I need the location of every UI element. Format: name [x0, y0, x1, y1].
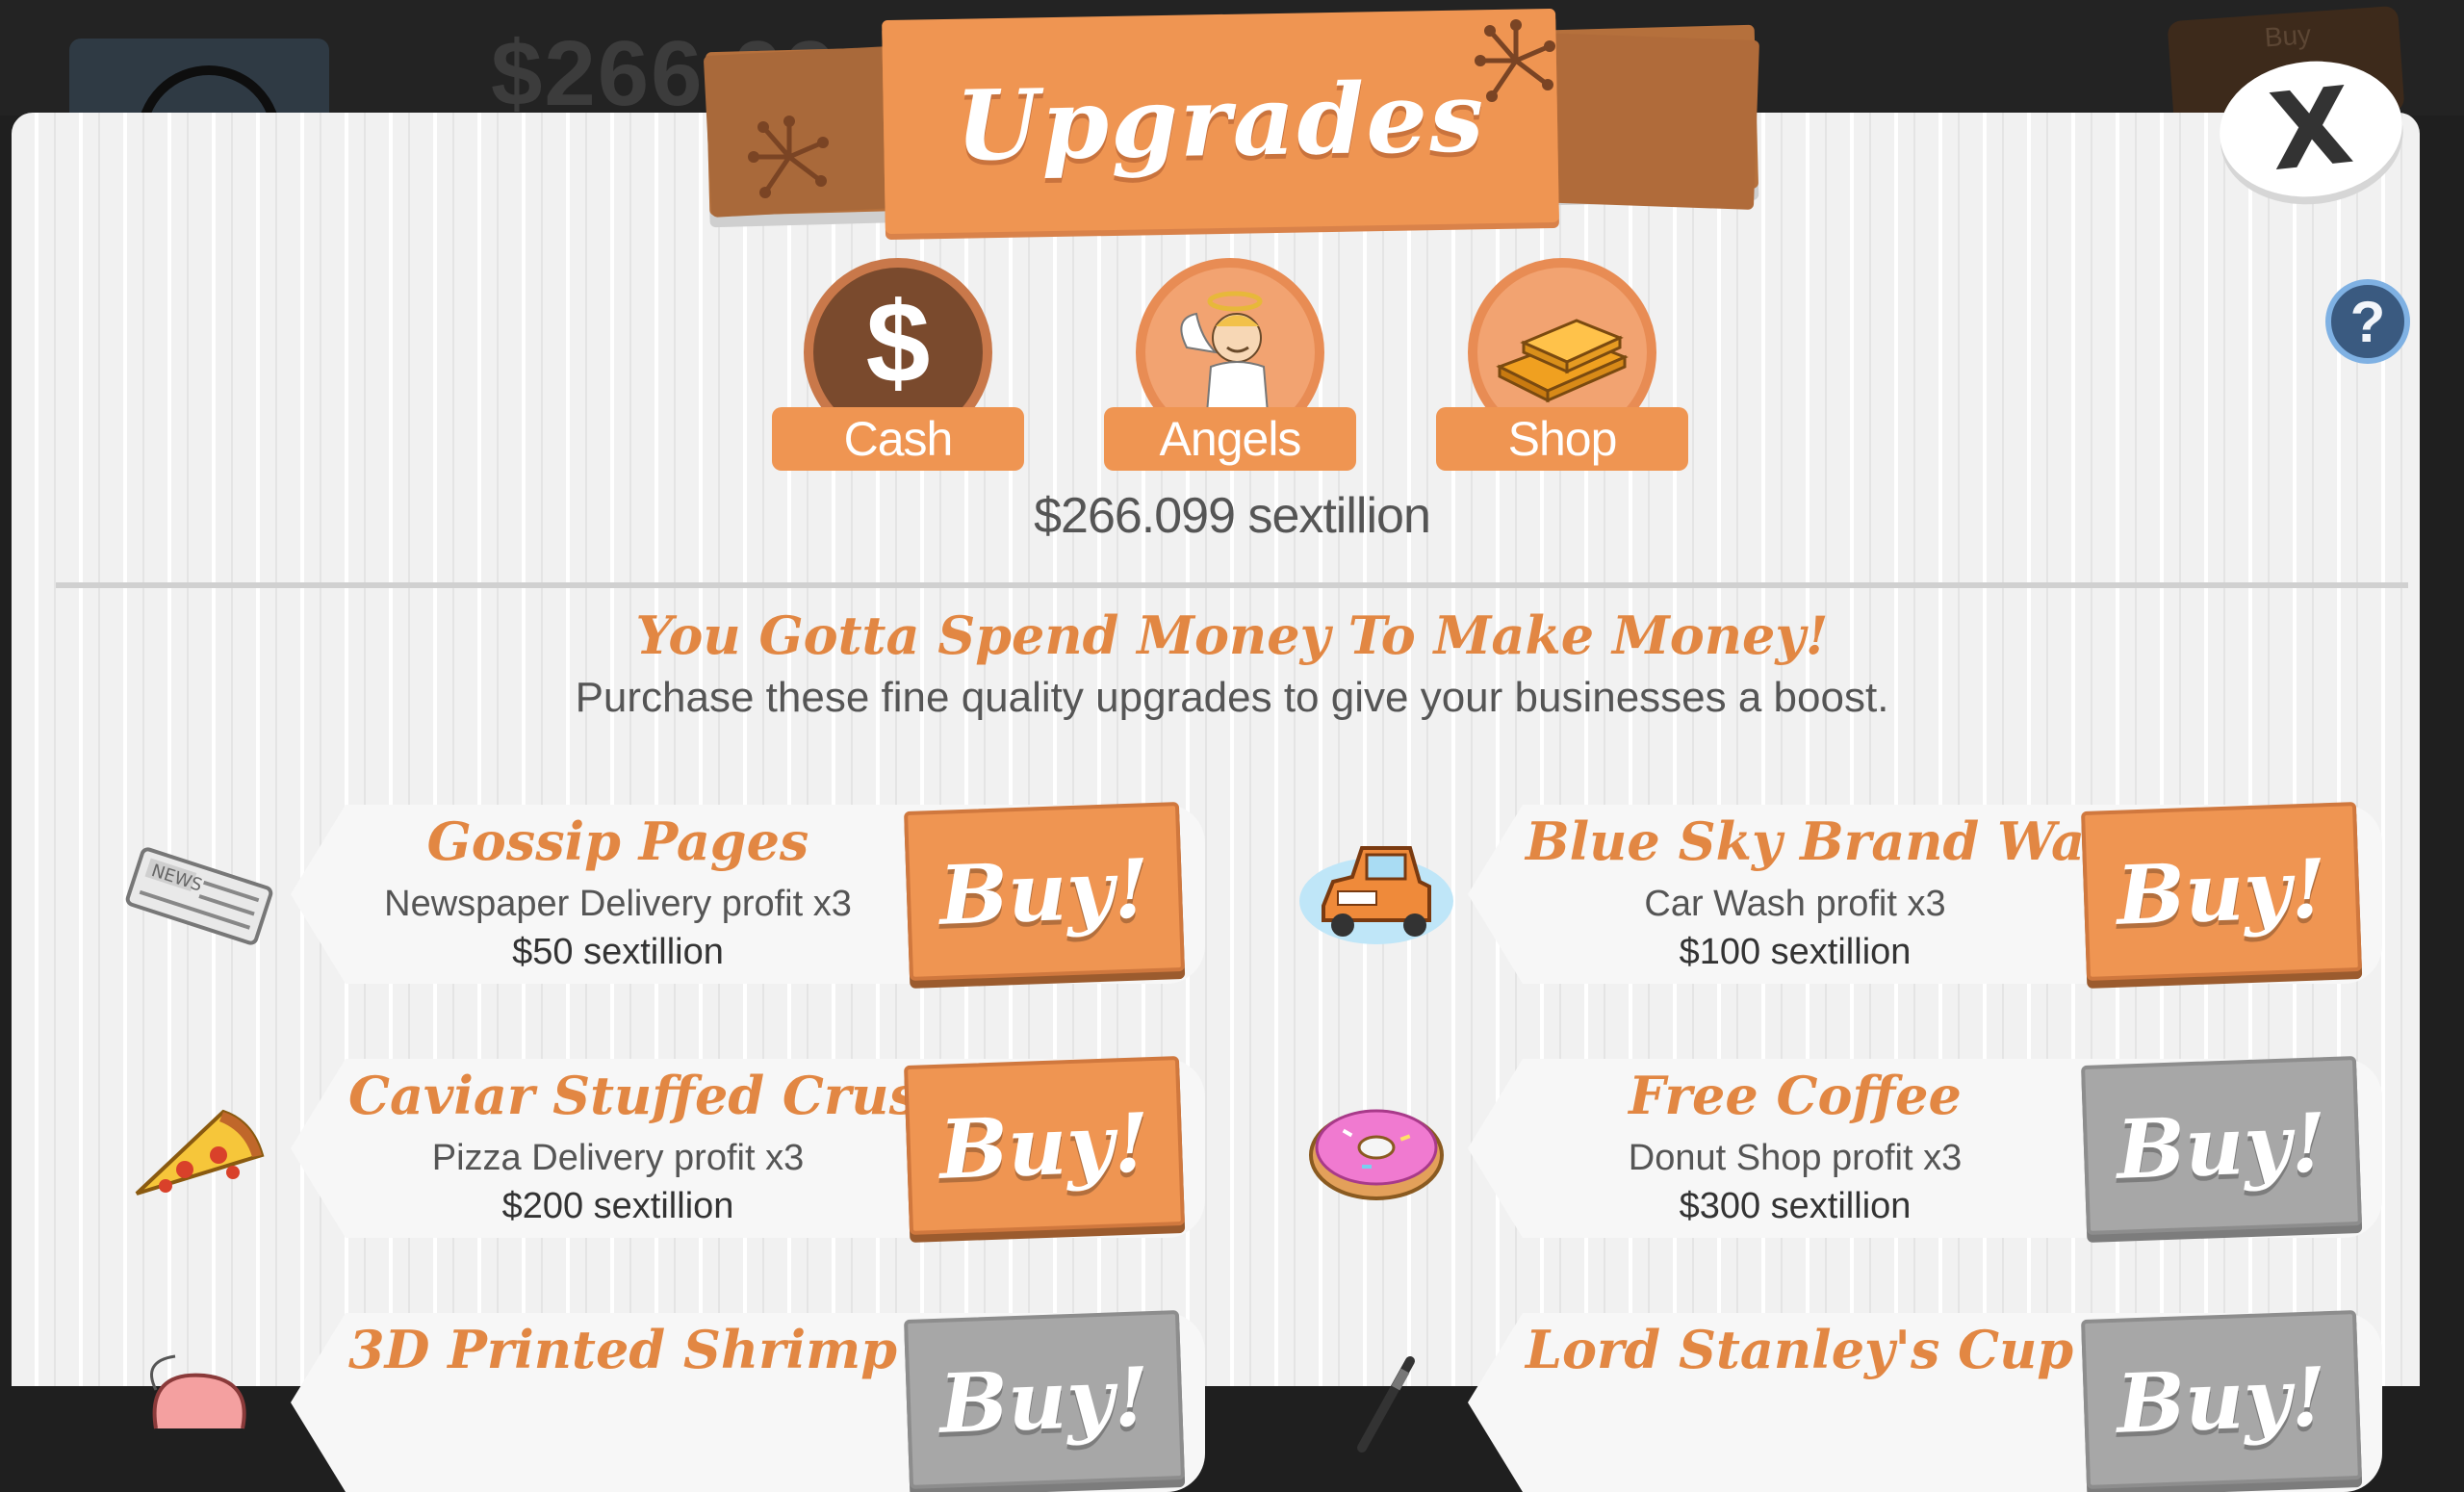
- upgrade-name: 3D Printed Shrimp: [348, 1319, 898, 1380]
- buy-button-label: Buy!: [937, 839, 1151, 943]
- tab-shop[interactable]: Shop: [1436, 258, 1688, 472]
- upgrade-description: Pizza Delivery profit x3: [431, 1138, 805, 1178]
- buy-button-label: Buy!: [2115, 839, 2328, 943]
- upgrade-row: Blue Sky Brand Wax Car Wash profit x3 $1…: [1295, 802, 2382, 984]
- upgrade-name: Free Coffee: [1629, 1065, 1962, 1126]
- upgrade-name: Gossip Pages: [426, 810, 809, 872]
- pizza-icon: [117, 1068, 281, 1232]
- car-icon: [1295, 814, 1458, 978]
- hockey-stick-icon: [1295, 1323, 1458, 1486]
- background-buy-label: Buy: [2263, 19, 2313, 53]
- buy-button-label: Buy!: [937, 1093, 1151, 1197]
- tab-cash-label: Cash: [772, 407, 1024, 471]
- help-button[interactable]: ?: [2325, 279, 2410, 364]
- tab-shop-label: Shop: [1436, 407, 1688, 471]
- title-ribbon: Upgrades: [882, 8, 1559, 235]
- upgrade-row: Caviar Stuffed Crust Pizza Delivery prof…: [117, 1056, 1205, 1238]
- upgrade-description: Car Wash profit x3: [1644, 884, 1946, 924]
- sparkle-icon: [748, 116, 829, 198]
- upgrade-row: 3D Printed Shrimp Buy!: [117, 1310, 1205, 1492]
- upgrade-cost: $100 sextillion: [1679, 932, 1912, 972]
- upgrade-row: Lord Stanley's Cup Buy!: [1295, 1310, 2382, 1492]
- upgrade-row: Free Coffee Donut Shop profit x3 $300 se…: [1295, 1056, 2382, 1238]
- newspaper-icon: NEWS: [117, 814, 281, 978]
- slogan-heading: You Gotta Spend Money To Make Money!: [635, 605, 1829, 666]
- upgrade-description: Newspaper Delivery profit x3: [384, 884, 852, 924]
- upgrade-description: Donut Shop profit x3: [1628, 1138, 1963, 1178]
- title-ribbon-right: [1531, 33, 1760, 210]
- tab-angels[interactable]: Angels: [1104, 258, 1356, 472]
- help-icon: ?: [2349, 289, 2386, 354]
- upgrade-cost: $200 sextillion: [501, 1186, 734, 1226]
- tab-cash[interactable]: $ Cash: [772, 258, 1024, 472]
- close-icon: X: [2264, 63, 2358, 195]
- upgrade-name: Lord Stanley's Cup: [1526, 1319, 2074, 1380]
- buy-button-label: Buy!: [2115, 1348, 2328, 1452]
- buy-button-label: Buy!: [2115, 1093, 2328, 1197]
- donut-icon: [1295, 1068, 1458, 1232]
- upgrade-row: NEWS Gossip Pages Newspaper Delivery pro…: [117, 802, 1205, 984]
- upgrade-cost: $300 sextillion: [1679, 1186, 1912, 1226]
- upgrade-name: Caviar Stuffed Crust: [348, 1065, 942, 1126]
- upgrade-cost: $50 sextillion: [512, 932, 724, 972]
- buy-button[interactable]: Buy!: [904, 1056, 1185, 1235]
- page-title: Upgrades: [954, 60, 1487, 183]
- buy-button[interactable]: Buy!: [2081, 802, 2362, 981]
- buy-button[interactable]: Buy!: [904, 802, 1185, 981]
- buy-button[interactable]: Buy!: [2081, 1056, 2362, 1235]
- sparkle-icon: [1475, 19, 1555, 102]
- buy-button[interactable]: Buy!: [2081, 1310, 2362, 1489]
- buy-button-label: Buy!: [937, 1348, 1151, 1452]
- divider: [56, 582, 2408, 588]
- shrimp-icon: [117, 1323, 281, 1486]
- upgrade-name: Blue Sky Brand Wax: [1526, 810, 2117, 872]
- tab-angels-label: Angels: [1104, 407, 1356, 471]
- cash-balance: $266.099 sextillion: [1034, 488, 1431, 544]
- buy-button[interactable]: Buy!: [904, 1310, 1185, 1489]
- slogan-subtext: Purchase these fine quality upgrades to …: [575, 674, 1889, 721]
